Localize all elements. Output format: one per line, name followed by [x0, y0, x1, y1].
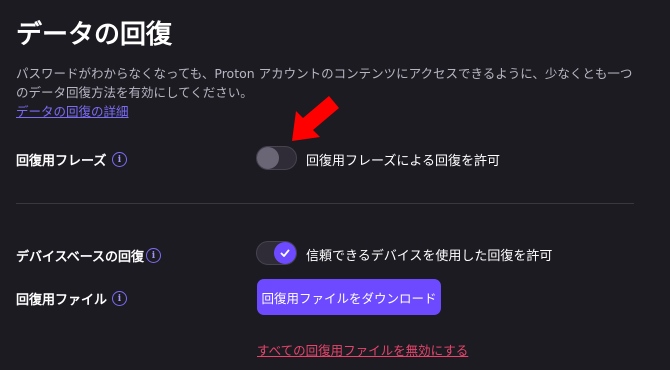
- device-recovery-label: デバイスベースの回復: [16, 250, 145, 265]
- download-recovery-file-button[interactable]: 回復用ファイルをダウンロード: [257, 279, 441, 315]
- toggle-knob: [274, 242, 296, 264]
- toggle-knob: [257, 147, 279, 169]
- page-title: データの回復: [16, 20, 173, 50]
- recovery-file-label: 回復用ファイル: [16, 293, 108, 308]
- info-circle-icon[interactable]: i: [146, 248, 161, 263]
- info-circle-icon[interactable]: i: [112, 152, 127, 167]
- device-recovery-toggle-label: 信頼できるデバイスを使用した回復を許可: [306, 249, 553, 264]
- red-arrow-icon: [292, 96, 339, 141]
- section-divider: [16, 203, 634, 204]
- disable-all-recovery-files-link[interactable]: すべての回復用ファイルを無効にする: [257, 340, 468, 359]
- recovery-phrase-toggle[interactable]: [256, 146, 297, 170]
- check-icon: [280, 249, 290, 257]
- info-circle-icon[interactable]: i: [112, 291, 127, 306]
- device-recovery-toggle[interactable]: [256, 241, 297, 265]
- recovery-phrase-toggle-label: 回復用フレーズによる回復を許可: [306, 154, 500, 169]
- recovery-details-link[interactable]: データの回復の詳細: [16, 101, 129, 120]
- recovery-phrase-label: 回復用フレーズ: [16, 154, 107, 169]
